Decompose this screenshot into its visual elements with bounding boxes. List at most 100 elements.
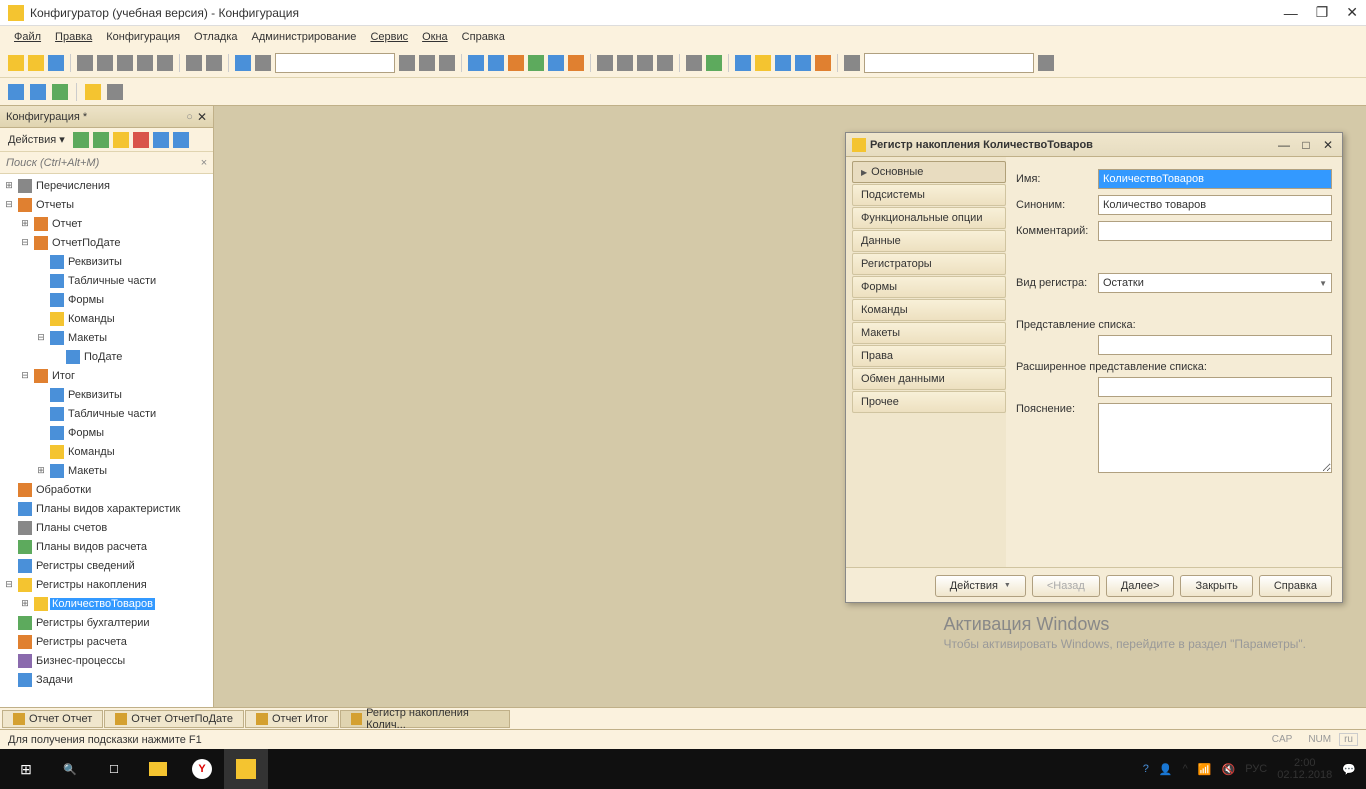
cut-icon[interactable]: [77, 55, 93, 71]
tree-node-bizproc[interactable]: Бизнес-процессы: [0, 651, 213, 670]
new-icon[interactable]: [8, 55, 24, 71]
input-synonym[interactable]: [1098, 195, 1332, 215]
add-icon[interactable]: [73, 132, 89, 148]
cfg1-icon[interactable]: [735, 55, 751, 71]
tab-rights[interactable]: Права: [852, 345, 1006, 367]
dialog-titlebar[interactable]: Регистр накопления КоличествоТоваров ― □…: [846, 133, 1342, 157]
tree-node-enums[interactable]: ⊞Перечисления: [0, 176, 213, 195]
find-prev-icon[interactable]: [419, 55, 435, 71]
tree-node-itog-forms[interactable]: Формы: [0, 423, 213, 442]
db3-icon[interactable]: [52, 84, 68, 100]
tab-funcopts[interactable]: Функциональные опции: [852, 207, 1006, 229]
db2-icon[interactable]: [30, 84, 46, 100]
menu-file[interactable]: Файл: [8, 29, 47, 45]
tree-node-layouts[interactable]: ⊟Макеты: [0, 328, 213, 347]
tree-node-itog[interactable]: ⊟Итог: [0, 366, 213, 385]
find-icon[interactable]: [235, 55, 251, 71]
tree-node-book-regs[interactable]: Регистры бухгалтерии: [0, 613, 213, 632]
cfg3-icon[interactable]: [775, 55, 791, 71]
menu-service[interactable]: Сервис: [364, 29, 414, 45]
tree-node-itog-req[interactable]: Реквизиты: [0, 385, 213, 404]
tree-node-itog-lay[interactable]: ⊞Макеты: [0, 461, 213, 480]
dd-icon[interactable]: [1038, 55, 1054, 71]
cfg2-icon[interactable]: [755, 55, 771, 71]
search-taskbar-icon[interactable]: 🔍: [48, 749, 92, 789]
mdi-tab-1[interactable]: Отчет Отчет: [2, 710, 103, 728]
tree-node-tabparts[interactable]: Табличные части: [0, 271, 213, 290]
tab-forms[interactable]: Формы: [852, 276, 1006, 298]
tree-node-bydate[interactable]: ПоДате: [0, 347, 213, 366]
tab-subsystems[interactable]: Подсистемы: [852, 184, 1006, 206]
back-button[interactable]: <Назад: [1032, 575, 1100, 597]
search-field[interactable]: [275, 53, 395, 73]
clock-icon[interactable]: [815, 55, 831, 71]
find-next-icon[interactable]: [439, 55, 455, 71]
tree-node-itog-cmd[interactable]: Команды: [0, 442, 213, 461]
fav-icon[interactable]: [113, 132, 129, 148]
redo-icon[interactable]: [206, 55, 222, 71]
tree-node-reports[interactable]: ⊟Отчеты: [0, 195, 213, 214]
dialog-close-icon[interactable]: ✕: [1320, 138, 1336, 152]
debug1-icon[interactable]: [597, 55, 613, 71]
copy-icon[interactable]: [97, 55, 113, 71]
tree-node-commands[interactable]: Команды: [0, 309, 213, 328]
tree-node-report-by-date[interactable]: ⊟ОтчетПоДате: [0, 233, 213, 252]
misc1-icon[interactable]: [686, 55, 702, 71]
combo-field[interactable]: [864, 53, 1034, 73]
1c-app-icon[interactable]: [224, 749, 268, 789]
mdi-tab-2[interactable]: Отчет ОтчетПоДате: [104, 710, 244, 728]
tree-node-calc-regs[interactable]: Регистры расчета: [0, 632, 213, 651]
textarea-explanation[interactable]: [1098, 403, 1332, 473]
dialog-minimize-icon[interactable]: ―: [1276, 138, 1292, 152]
tray-clock[interactable]: 2:00 02.12.2018: [1277, 757, 1332, 781]
ext1-icon[interactable]: [844, 55, 860, 71]
mdi-tab-4[interactable]: Регистр накопления Колич...: [340, 710, 510, 728]
tree-node-report[interactable]: ⊞Отчет: [0, 214, 213, 233]
config-tree[interactable]: ⊞Перечисления ⊟Отчеты ⊞Отчет ⊟ОтчетПоДат…: [0, 174, 213, 707]
tree-node-accum-regs[interactable]: ⊟Регистры накопления: [0, 575, 213, 594]
tree-node-info-regs[interactable]: Регистры сведений: [0, 556, 213, 575]
tray-volume-icon[interactable]: 🔇: [1222, 763, 1236, 776]
tree-node-tasks[interactable]: Задачи: [0, 670, 213, 689]
undo-icon[interactable]: [186, 55, 202, 71]
menu-help[interactable]: Справка: [456, 29, 511, 45]
tree-node-forms[interactable]: Формы: [0, 290, 213, 309]
input-listrepr[interactable]: [1098, 335, 1332, 355]
menu-admin[interactable]: Администрирование: [246, 29, 363, 45]
explorer-icon[interactable]: [136, 749, 180, 789]
tree-node-requisites[interactable]: Реквизиты: [0, 252, 213, 271]
menu-config[interactable]: Конфигурация: [100, 29, 186, 45]
tray-help-icon[interactable]: ?: [1143, 763, 1149, 775]
taskview-icon[interactable]: ☐: [92, 749, 136, 789]
dialog-maximize-icon[interactable]: □: [1298, 138, 1314, 152]
start-button[interactable]: ⊞: [4, 749, 48, 789]
syntax-icon[interactable]: [508, 55, 524, 71]
db1-icon[interactable]: [8, 84, 24, 100]
db4-icon[interactable]: [85, 84, 101, 100]
tray-people-icon[interactable]: 👤: [1159, 763, 1173, 776]
print-icon[interactable]: [137, 55, 153, 71]
window1-icon[interactable]: [468, 55, 484, 71]
input-name[interactable]: [1098, 169, 1332, 189]
tab-main[interactable]: Основные: [852, 161, 1006, 183]
close-button[interactable]: ✕: [1346, 4, 1358, 21]
debug3-icon[interactable]: [637, 55, 653, 71]
minimize-button[interactable]: ―: [1284, 5, 1298, 21]
cfg4-icon[interactable]: [795, 55, 811, 71]
input-comment[interactable]: [1098, 221, 1332, 241]
tab-exchange[interactable]: Обмен данными: [852, 368, 1006, 390]
actions-dropdown-button[interactable]: Действия: [935, 575, 1026, 597]
edit-icon[interactable]: [93, 132, 109, 148]
open-icon[interactable]: [28, 55, 44, 71]
search-clear-icon[interactable]: ×: [195, 157, 213, 169]
tree-node-char-types[interactable]: Планы видов характеристик: [0, 499, 213, 518]
tab-registrators[interactable]: Регистраторы: [852, 253, 1006, 275]
menu-debug[interactable]: Отладка: [188, 29, 243, 45]
mdi-tab-3[interactable]: Отчет Итог: [245, 710, 339, 728]
help-icon[interactable]: [568, 55, 584, 71]
search-icon[interactable]: [255, 55, 271, 71]
sidebar-close-icon[interactable]: ✕: [197, 110, 207, 124]
tree-node-calc-plans[interactable]: Планы видов расчета: [0, 537, 213, 556]
tab-commands[interactable]: Команды: [852, 299, 1006, 321]
calendar-icon[interactable]: [548, 55, 564, 71]
